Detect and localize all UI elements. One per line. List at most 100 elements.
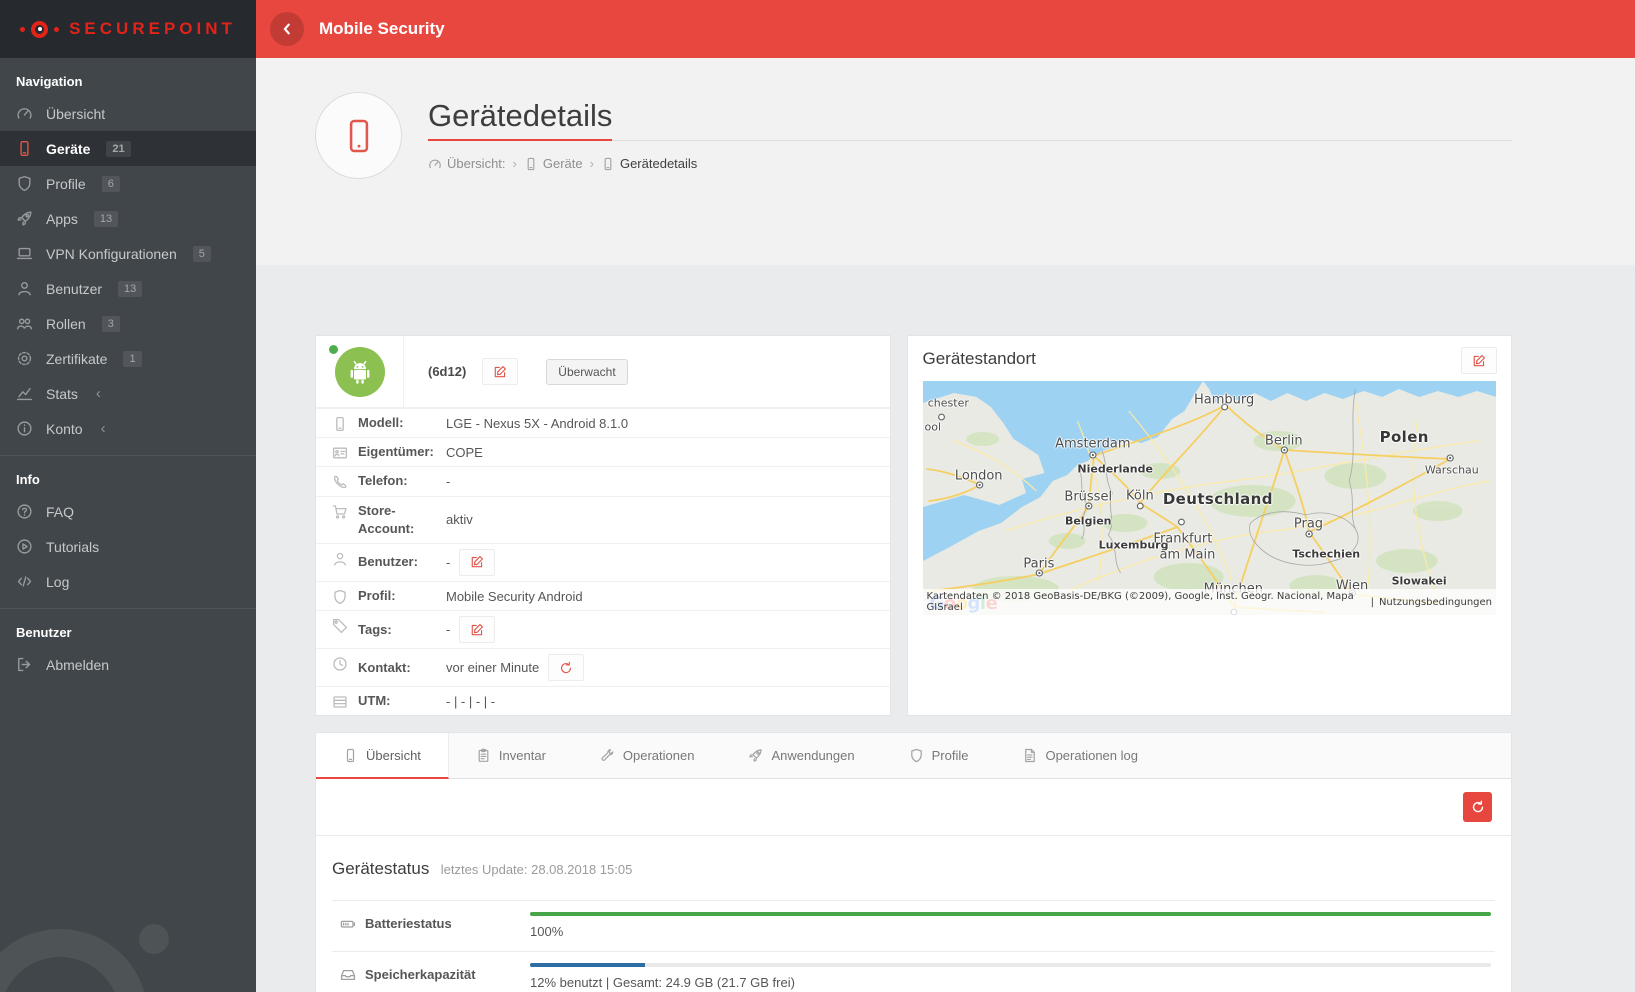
play-circle-icon (16, 538, 33, 555)
laptop-icon (16, 245, 33, 262)
map-title: Gerätestandort (923, 349, 1497, 369)
sidebar-item-stats[interactable]: Stats ‹ (0, 376, 256, 411)
breadcrumb-geraete[interactable]: Geräte (524, 156, 583, 171)
sidebar-item-geraete[interactable]: Geräte 21 (0, 131, 256, 166)
map-label: Deutschland (1163, 490, 1273, 508)
sidebar-item-log[interactable]: Log (0, 564, 256, 599)
edit-icon (1472, 354, 1486, 368)
back-button[interactable] (270, 12, 304, 46)
gauge-icon (16, 105, 33, 122)
app-title: Mobile Security (319, 19, 445, 39)
online-status-dot (329, 345, 338, 354)
id-card-icon (332, 445, 348, 461)
securepoint-logo[interactable]: SECUREPOINT (0, 0, 256, 58)
refresh-icon (559, 661, 573, 675)
device-avatar-cell (316, 336, 404, 407)
logout-icon (16, 656, 33, 673)
breadcrumb: Übersicht: Geräte Gerätedetails (428, 156, 1512, 171)
sidebar-item-rollen[interactable]: Rollen 3 (0, 306, 256, 341)
google-map[interactable]: chester ool Hamburg Berlin Polen Amsterd… (923, 381, 1497, 615)
user-icon (332, 551, 348, 567)
device-row-eigentuemer: Eigentümer: COPE (316, 437, 890, 466)
sidebar-item-zertifikate[interactable]: Zertifikate 1 (0, 341, 256, 376)
map-attribution: Kartendaten © 2018 GeoBasis-DE/BKG (©200… (923, 589, 1497, 615)
tag-icon (332, 618, 348, 634)
storage-value: 12% benutzt | Gesamt: 24.9 GB (21.7 GB f… (530, 975, 1491, 990)
edit-user-button[interactable] (459, 549, 495, 576)
battery-value: 100% (530, 924, 1491, 939)
file-text-icon (1022, 748, 1037, 763)
sidebar-item-benutzer[interactable]: Benutzer 13 (0, 271, 256, 306)
map-label: Brüssel (1064, 489, 1112, 504)
sidebar-item-profile[interactable]: Profile 6 (0, 166, 256, 201)
sidebar-item-konto[interactable]: Konto ‹ (0, 411, 256, 446)
tab-bar: Übersicht Inventar Operationen Anwendung… (315, 732, 1512, 779)
shield-icon (332, 589, 348, 605)
map-label: London (955, 468, 1003, 483)
edit-icon (493, 365, 507, 379)
tab-inventar[interactable]: Inventar (449, 733, 573, 778)
page-avatar (315, 92, 402, 179)
battery-icon (340, 916, 356, 932)
edit-icon (470, 623, 484, 637)
refresh-contact-button[interactable] (548, 654, 584, 681)
chart-icon (16, 385, 33, 402)
tab-operationen-log[interactable]: Operationen log (995, 733, 1165, 778)
edit-location-button[interactable] (1461, 347, 1497, 374)
storage-progress-fill (530, 963, 645, 967)
status-row-batteriestatus: Batteriestatus 100% (332, 900, 1495, 951)
user-section-title: Benutzer (0, 609, 256, 647)
battery-progress-track (530, 912, 1491, 916)
count-badge: 6 (102, 176, 120, 192)
sidebar-item-apps[interactable]: Apps 13 (0, 201, 256, 236)
sidebar-item-vpn-konfigurationen[interactable]: VPN Konfigurationen 5 (0, 236, 256, 271)
smartphone-icon (340, 117, 378, 155)
device-row-modell: Modell: LGE - Nexus 5X - Android 8.1.0 (316, 408, 890, 437)
page-title: Gerätedetails (428, 98, 1512, 141)
gauge-icon (428, 157, 442, 171)
storage-progress-track (530, 963, 1491, 967)
map-label: am Main (1160, 548, 1216, 563)
rocket-icon (748, 748, 763, 763)
info-icon (16, 420, 33, 437)
logo-dot-icon (20, 27, 25, 32)
count-badge: 13 (118, 281, 142, 297)
edit-device-name-button[interactable] (482, 358, 518, 385)
chevron-left-icon (280, 22, 294, 36)
breadcrumb-uebersicht[interactable]: Übersicht: (428, 156, 506, 171)
table-rows-icon (332, 694, 348, 710)
breadcrumb-separator (513, 156, 517, 171)
sidebar-item-faq[interactable]: FAQ (0, 494, 256, 529)
tab-profile[interactable]: Profile (882, 733, 996, 778)
tab-anwendungen[interactable]: Anwendungen (721, 733, 881, 778)
question-icon (16, 503, 33, 520)
count-badge: 21 (106, 141, 130, 157)
wrench-icon (600, 748, 615, 763)
page-header: Gerätedetails Übersicht: Geräte Gerätede… (256, 58, 1635, 265)
chevron-left-icon: ‹ (96, 385, 101, 402)
tab-operationen[interactable]: Operationen (573, 733, 722, 778)
monitored-badge: Überwacht (546, 359, 627, 385)
shield-icon (909, 748, 924, 763)
device-row-tags: Tags: - (316, 610, 890, 648)
map-label: Belgien (1065, 515, 1112, 528)
device-row-telefon: Telefon: - (316, 466, 890, 495)
logo-dot-icon (54, 27, 59, 32)
logo-ring-icon (31, 21, 48, 38)
sidebar-item-tutorials[interactable]: Tutorials (0, 529, 256, 564)
edit-tags-button[interactable] (459, 616, 495, 643)
device-summary: (6d12) Überwacht (316, 336, 890, 408)
count-badge: 1 (123, 351, 141, 367)
tab-panel-uebersicht: Gerätestatus letztes Update: 28.08.2018 … (315, 779, 1512, 992)
device-status-section: Gerätestatus letztes Update: 28.08.2018 … (316, 836, 1511, 992)
panel-toolbar (316, 779, 1511, 836)
sidebar-item-uebersicht[interactable]: Übersicht (0, 96, 256, 131)
map-label: Paris (1023, 556, 1054, 571)
refresh-status-button[interactable] (1463, 792, 1492, 822)
map-label: ool (925, 420, 942, 433)
nav-section-title: Navigation (0, 58, 256, 96)
clock-icon (332, 656, 348, 672)
terms-link[interactable]: Nutzungsbedingungen (1379, 597, 1492, 608)
tab-uebersicht[interactable]: Übersicht (316, 733, 449, 779)
sidebar-item-abmelden[interactable]: Abmelden (0, 647, 256, 682)
